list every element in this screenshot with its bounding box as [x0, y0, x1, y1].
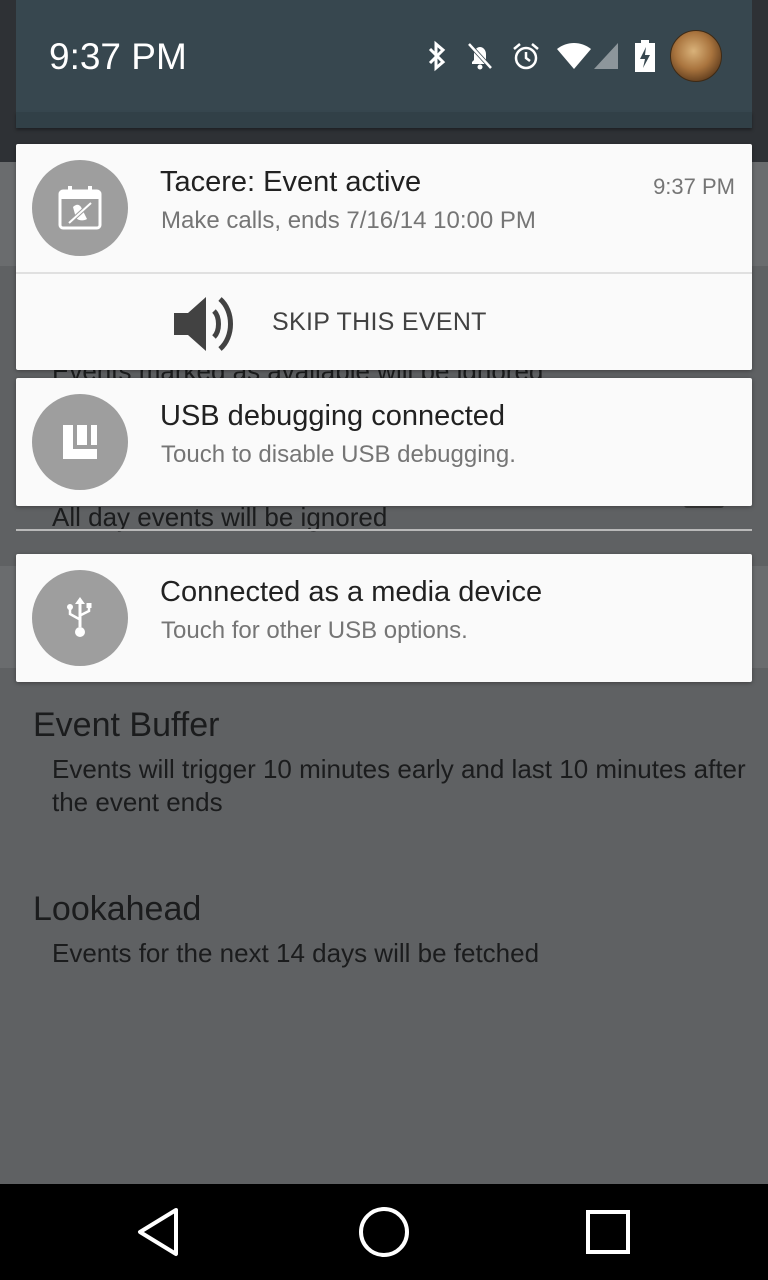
shade-header-handle: [16, 112, 752, 128]
volume-icon: [172, 291, 244, 362]
notifications-muted-icon: [464, 40, 496, 72]
battery-charging-icon: [634, 39, 656, 73]
notification-shade-header: 9:37 PM: [16, 0, 752, 112]
notification-usb-media[interactable]: Connected as a media device Touch for ot…: [16, 554, 752, 682]
cell-signal-icon: [592, 41, 620, 71]
recents-icon: [586, 1210, 630, 1254]
skip-event-label: SKIP THIS EVENT: [272, 308, 487, 336]
status-clock: 9:37 PM: [49, 36, 187, 77]
navigation-bar: [0, 1184, 768, 1280]
status-icons: [424, 30, 722, 82]
notification-title: Tacere: Event active: [160, 166, 422, 198]
notification-title: USB debugging connected: [160, 400, 506, 432]
setting-title-lookahead[interactable]: Lookahead: [33, 890, 201, 929]
home-button[interactable]: [354, 1202, 414, 1262]
setting-summary-event-buffer: Events will trigger 10 minutes early and…: [52, 754, 746, 817]
back-button[interactable]: [128, 1202, 188, 1262]
user-avatar[interactable]: [670, 30, 722, 82]
back-icon: [138, 1208, 178, 1256]
notification-tacere[interactable]: Tacere: Event active Make calls, ends 7/…: [16, 144, 752, 370]
notification-title: Connected as a media device: [160, 576, 543, 608]
alarm-icon: [510, 40, 542, 72]
bluetooth-icon: [424, 40, 450, 72]
notification-time: 9:37 PM: [653, 174, 735, 199]
skip-event-button[interactable]: SKIP THIS EVENT: [16, 274, 752, 370]
recents-button[interactable]: [578, 1202, 638, 1262]
notification-text: Touch for other USB options.: [161, 617, 468, 644]
usb-debugging-icon: [32, 394, 128, 490]
settings-divider: [16, 529, 752, 531]
notification-text: Make calls, ends 7/16/14 10:00 PM: [161, 207, 536, 234]
setting-title-event-buffer[interactable]: Event Buffer: [33, 706, 220, 745]
notification-text: Touch to disable USB debugging.: [161, 441, 516, 468]
wifi-icon: [556, 41, 592, 71]
calendar-mute-icon: [32, 160, 128, 256]
usb-icon: [32, 570, 128, 666]
home-icon: [359, 1207, 409, 1257]
notification-usb-debugging[interactable]: USB debugging connected Touch to disable…: [16, 378, 752, 506]
setting-summary-lookahead: Events for the next 14 days will be fetc…: [52, 938, 540, 968]
